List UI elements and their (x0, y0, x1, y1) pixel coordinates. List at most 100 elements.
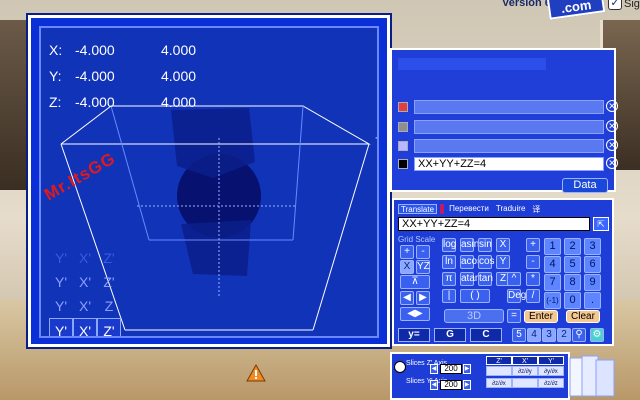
axis-view-x[interactable]: X' (73, 294, 97, 318)
derivative-cell[interactable] (486, 366, 512, 376)
derivative-cell[interactable]: ∂z/∂y (512, 366, 538, 376)
key-3[interactable]: 3 (584, 238, 601, 255)
key-acos[interactable]: acos (460, 255, 482, 269)
axis-view-x[interactable]: X' (73, 318, 97, 336)
slices-y-increase[interactable]: ▶ (463, 380, 471, 390)
key-plus[interactable]: + (526, 238, 540, 252)
y-equals-button[interactable]: y= (398, 328, 430, 342)
key-8[interactable]: 8 (564, 274, 581, 291)
axis-view-x[interactable]: X' (73, 246, 97, 270)
key-multiply[interactable]: * (526, 272, 540, 286)
clock-icon[interactable] (394, 361, 406, 373)
key-minus[interactable]: - (526, 255, 540, 269)
grid-toggle-yz[interactable]: YZ (416, 260, 430, 274)
page-4[interactable]: 4 (527, 328, 541, 342)
equation-color-swatch[interactable] (398, 102, 408, 112)
arrow-right-icon[interactable]: ▶ (416, 291, 430, 305)
key-2[interactable]: 2 (564, 238, 581, 255)
axis-view-y[interactable]: Y' (49, 270, 73, 294)
axis-view-z[interactable]: Z' (97, 318, 121, 336)
axis-view-row-active[interactable]: Y' X' Z' (49, 318, 121, 336)
key-6[interactable]: 6 (584, 256, 601, 273)
delete-equation-icon[interactable]: ✕ (606, 157, 618, 169)
grid-scale-minus[interactable]: - (416, 245, 430, 259)
submit-arrow-icon[interactable]: ⇱ (593, 217, 609, 231)
warning-icon[interactable] (246, 364, 266, 382)
equation-input[interactable] (414, 120, 604, 134)
key-0[interactable]: 0 (564, 292, 581, 309)
derivative-cell[interactable]: ∂z/∂x (486, 378, 512, 388)
delete-equation-icon[interactable]: ✕ (606, 139, 618, 151)
settings-gear-icon[interactable]: ⚙ (590, 328, 604, 342)
slices-z-increase[interactable]: ▶ (463, 364, 471, 374)
key-sin[interactable]: sin (478, 238, 492, 252)
tab-french[interactable]: Traduire (494, 204, 528, 214)
page-5[interactable]: 5 (512, 328, 526, 342)
key-pi[interactable]: π (442, 272, 456, 286)
graph-button[interactable]: G (434, 328, 466, 342)
key-decimal[interactable]: . (584, 292, 601, 309)
equation-input[interactable]: XX+YY+ZZ=4 (414, 157, 604, 171)
page-3[interactable]: 3 (542, 328, 556, 342)
grid-toggle-x[interactable]: X (400, 260, 414, 274)
key-cos[interactable]: cos (478, 255, 495, 269)
equation-color-swatch[interactable] (398, 122, 408, 132)
key-negate[interactable]: (-1) (544, 292, 561, 309)
slices-y-decrease[interactable]: ◀ (430, 380, 438, 390)
key-5[interactable]: 5 (564, 256, 581, 273)
key-equals[interactable]: = (507, 309, 521, 323)
collapse-icon[interactable]: ⊼ (400, 275, 430, 289)
derivative-cell[interactable] (512, 378, 538, 388)
site-logo[interactable]: .com (546, 0, 606, 20)
key-9[interactable]: 9 (584, 274, 601, 291)
page-2[interactable]: 2 (557, 328, 571, 342)
clear-button[interactable]: Clear (566, 310, 600, 323)
axis-view-z[interactable]: Z' (97, 270, 121, 294)
tab-language-selected[interactable] (440, 204, 445, 214)
derivative-cell[interactable]: ∂y/∂x (538, 366, 564, 376)
derivative-cell[interactable]: ∂z/∂z (538, 378, 564, 388)
slices-y-value[interactable]: 200 (440, 380, 462, 390)
key-x[interactable]: X (496, 238, 510, 252)
key-ln[interactable]: ln (442, 255, 456, 269)
key-deg[interactable]: Deg (507, 289, 526, 303)
equation-color-swatch[interactable] (398, 159, 408, 169)
sig-checkbox[interactable]: ✓ (608, 0, 622, 10)
tab-russian[interactable]: Перевести (447, 204, 491, 214)
calc-button[interactable]: C (470, 328, 502, 342)
delete-equation-icon[interactable]: ✕ (606, 100, 618, 112)
key-7[interactable]: 7 (544, 274, 561, 291)
delete-equation-icon[interactable]: ✕ (606, 120, 618, 132)
axis-view-x[interactable]: X' (73, 270, 97, 294)
paper-stack-icon[interactable] (566, 354, 618, 398)
grid-scale-plus[interactable]: + (400, 245, 414, 259)
tab-chinese[interactable]: 译 (530, 204, 542, 214)
key-atan[interactable]: atan (460, 272, 480, 286)
slices-z-decrease[interactable]: ◀ (430, 364, 438, 374)
slices-z-value[interactable]: 200 (440, 364, 462, 374)
equation-input[interactable] (414, 100, 604, 114)
key-1[interactable]: 1 (544, 238, 561, 255)
axis-view-z[interactable]: Z' (97, 246, 121, 270)
3d-button[interactable]: 3D (444, 309, 504, 323)
key-power[interactable]: ^ (507, 272, 521, 286)
axis-view-y[interactable]: Y' (49, 318, 73, 336)
equation-color-swatch[interactable] (398, 141, 408, 151)
equation-input[interactable] (414, 139, 604, 153)
key-divide[interactable]: / (526, 289, 540, 303)
axis-view-z[interactable]: Z (97, 294, 121, 318)
key-tan[interactable]: tan (478, 272, 493, 286)
axis-view-y[interactable]: Y' (49, 294, 73, 318)
key-asin[interactable]: asin (460, 238, 479, 252)
tab-translate[interactable]: Translate (398, 204, 438, 214)
key-abs[interactable]: | (442, 289, 456, 303)
data-button[interactable]: Data (562, 178, 608, 193)
key-y[interactable]: Y (496, 255, 510, 269)
arrow-left-icon[interactable]: ◀ (400, 291, 414, 305)
axis-view-row[interactable]: Y' X' Z' (49, 246, 121, 270)
arrow-leftright-icon[interactable]: ◀▶ (400, 307, 430, 321)
key-log[interactable]: log (442, 238, 456, 252)
key-4[interactable]: 4 (544, 256, 561, 273)
axis-view-row[interactable]: Y' X' Z (49, 294, 121, 318)
person-icon[interactable]: ⚲ (572, 328, 586, 342)
